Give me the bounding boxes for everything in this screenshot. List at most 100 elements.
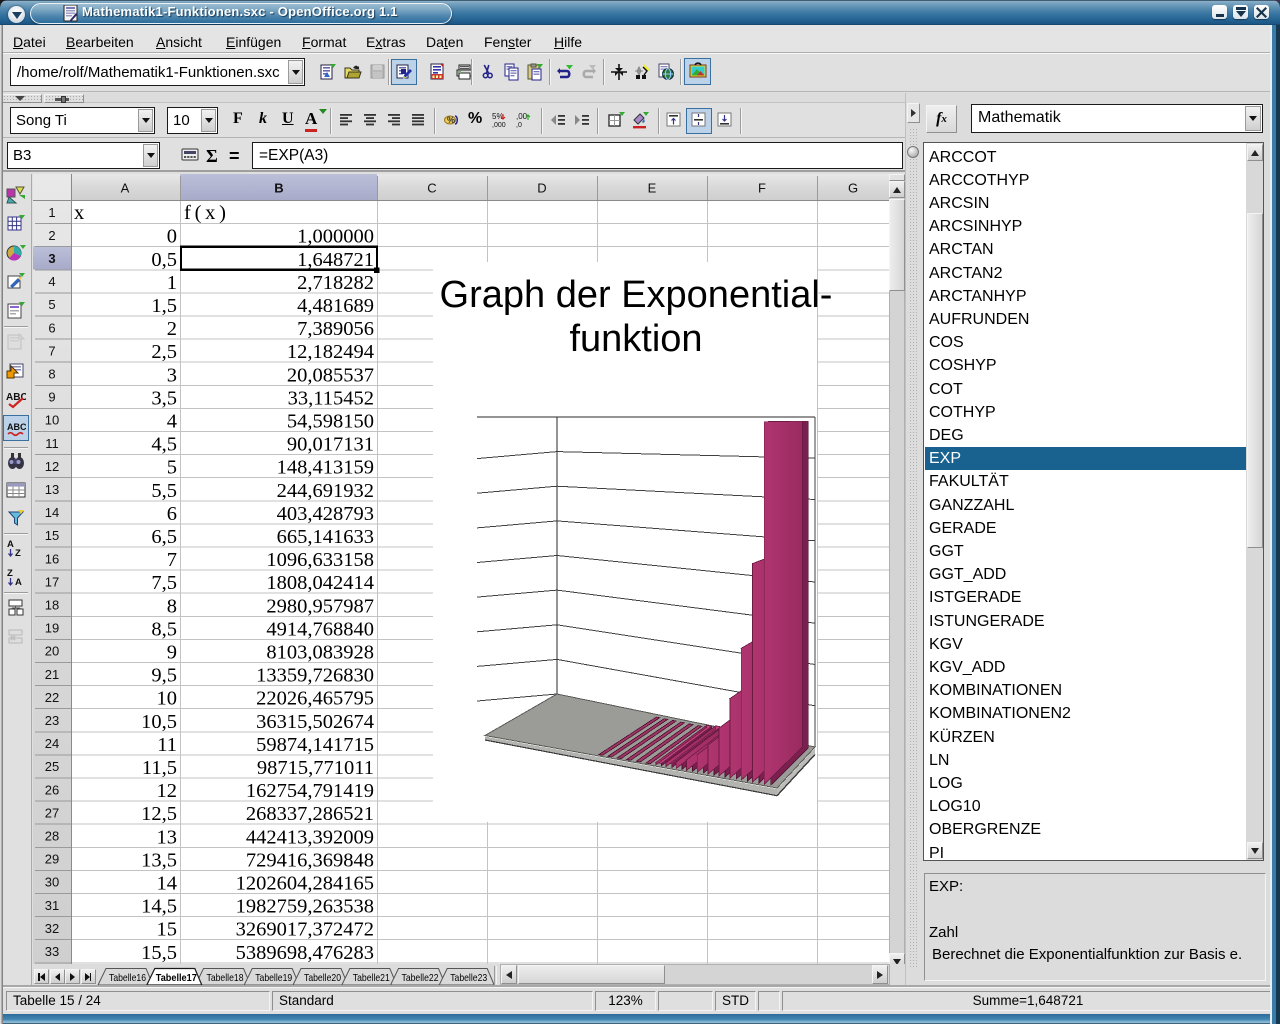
- svg-text:11,5: 11,5: [142, 757, 177, 779]
- svg-text:16: 16: [45, 551, 59, 566]
- svg-text:4,5: 4,5: [151, 434, 177, 456]
- svg-text:26: 26: [45, 782, 59, 797]
- svg-text:31: 31: [45, 898, 59, 913]
- svg-text:,000: ,000: [492, 122, 506, 129]
- svg-text:1096,633158: 1096,633158: [266, 549, 374, 571]
- svg-text:36315,502674: 36315,502674: [256, 711, 374, 733]
- svg-text:32: 32: [45, 921, 59, 936]
- svg-text:A: A: [15, 577, 22, 587]
- svg-text:12: 12: [157, 780, 178, 802]
- svg-text:A: A: [121, 181, 130, 196]
- svg-text:22: 22: [45, 690, 59, 705]
- svg-text:13,5: 13,5: [141, 849, 177, 871]
- svg-text:28: 28: [45, 829, 59, 844]
- svg-text:Tabelle20: Tabelle20: [304, 972, 341, 984]
- svg-text:15,5: 15,5: [141, 942, 177, 964]
- svg-text:0,5: 0,5: [151, 249, 177, 271]
- svg-text:13: 13: [157, 826, 178, 848]
- svg-text:8: 8: [167, 595, 177, 617]
- svg-text:6: 6: [167, 503, 177, 525]
- svg-text:9,5: 9,5: [151, 665, 177, 687]
- svg-text:7: 7: [48, 343, 55, 358]
- svg-text:3269017,372472: 3269017,372472: [236, 919, 374, 941]
- svg-text:Z: Z: [7, 568, 13, 579]
- svg-text:2: 2: [167, 318, 177, 340]
- svg-text:6: 6: [48, 320, 55, 335]
- svg-text:Tabelle16: Tabelle16: [109, 972, 146, 984]
- svg-text:9: 9: [48, 390, 55, 405]
- svg-text:22026,465795: 22026,465795: [256, 688, 374, 710]
- svg-text:ABC: ABC: [7, 422, 26, 432]
- svg-text:D: D: [537, 181, 546, 196]
- svg-text:11: 11: [157, 734, 177, 756]
- svg-text:4914,768840: 4914,768840: [266, 618, 374, 640]
- svg-text:1: 1: [48, 205, 55, 220]
- svg-text:30: 30: [45, 875, 59, 890]
- svg-text:12,5: 12,5: [141, 803, 177, 825]
- svg-text:1,5: 1,5: [151, 295, 177, 317]
- svg-text:8,5: 8,5: [151, 618, 177, 640]
- svg-text:14: 14: [157, 873, 178, 895]
- svg-text:1,000000: 1,000000: [297, 226, 374, 248]
- svg-text:729416,369848: 729416,369848: [246, 849, 374, 871]
- svg-text:33,115452: 33,115452: [288, 387, 374, 409]
- svg-text:10,5: 10,5: [141, 711, 177, 733]
- svg-text:148,413159: 148,413159: [277, 457, 374, 479]
- svg-text:3,5: 3,5: [151, 387, 177, 409]
- svg-text:4: 4: [167, 411, 177, 433]
- svg-text:14: 14: [45, 505, 59, 520]
- svg-text:5,5: 5,5: [151, 480, 177, 502]
- svg-text:20,085537: 20,085537: [287, 364, 374, 386]
- svg-text:%: %: [447, 115, 455, 125]
- svg-text:G: G: [848, 181, 858, 196]
- svg-text:2: 2: [48, 228, 55, 243]
- svg-text:12: 12: [45, 459, 59, 474]
- svg-text:Tabelle17: Tabelle17: [156, 972, 197, 984]
- svg-text:1808,042414: 1808,042414: [266, 572, 374, 594]
- svg-text:f(x): f(x): [184, 202, 226, 224]
- svg-text:18: 18: [45, 598, 59, 613]
- svg-text:90,017131: 90,017131: [287, 434, 374, 456]
- svg-text:24: 24: [45, 736, 59, 751]
- svg-text:Tabelle21: Tabelle21: [353, 972, 390, 984]
- svg-text:15: 15: [45, 528, 59, 543]
- svg-text:21: 21: [45, 667, 59, 682]
- svg-text:5389698,476283: 5389698,476283: [236, 942, 374, 964]
- svg-text:20: 20: [45, 644, 59, 659]
- svg-text:7: 7: [167, 549, 177, 571]
- svg-text:Graph der Exponential-: Graph der Exponential-: [440, 274, 833, 316]
- svg-text:13359,726830: 13359,726830: [256, 665, 374, 687]
- svg-text:10: 10: [45, 413, 59, 428]
- svg-text:E: E: [648, 181, 657, 196]
- svg-text:funktion: funktion: [569, 318, 702, 360]
- svg-text:4,481689: 4,481689: [297, 295, 374, 317]
- svg-text:7,5: 7,5: [151, 572, 177, 594]
- svg-text:27: 27: [45, 805, 59, 820]
- svg-text:3: 3: [48, 251, 55, 266]
- svg-text:,0: ,0: [516, 122, 522, 129]
- svg-text:2,718282: 2,718282: [297, 272, 374, 294]
- svg-text:9: 9: [167, 642, 177, 664]
- svg-text:x: x: [74, 202, 84, 224]
- svg-text:Tabelle22: Tabelle22: [402, 972, 439, 984]
- svg-text:59874,141715: 59874,141715: [256, 734, 374, 756]
- svg-text:8: 8: [48, 367, 55, 382]
- svg-text:23: 23: [45, 713, 59, 728]
- svg-text:10: 10: [157, 688, 178, 710]
- svg-text:F: F: [758, 181, 766, 196]
- svg-text:15: 15: [157, 919, 178, 941]
- svg-text:19: 19: [45, 621, 59, 636]
- svg-text:162754,791419: 162754,791419: [246, 780, 374, 802]
- svg-text:Tabelle19: Tabelle19: [255, 972, 292, 984]
- svg-text:5: 5: [167, 457, 177, 479]
- svg-text:0: 0: [167, 226, 177, 248]
- svg-text:C: C: [427, 181, 436, 196]
- svg-text:Tabelle18: Tabelle18: [207, 972, 244, 984]
- svg-text:665,141633: 665,141633: [277, 526, 374, 548]
- svg-text:8103,083928: 8103,083928: [266, 642, 374, 664]
- svg-text:98715,771011: 98715,771011: [257, 757, 374, 779]
- svg-text:B: B: [274, 181, 283, 196]
- svg-text:17: 17: [45, 574, 59, 589]
- svg-text:244,691932: 244,691932: [277, 480, 374, 502]
- svg-text:12,182494: 12,182494: [287, 341, 374, 363]
